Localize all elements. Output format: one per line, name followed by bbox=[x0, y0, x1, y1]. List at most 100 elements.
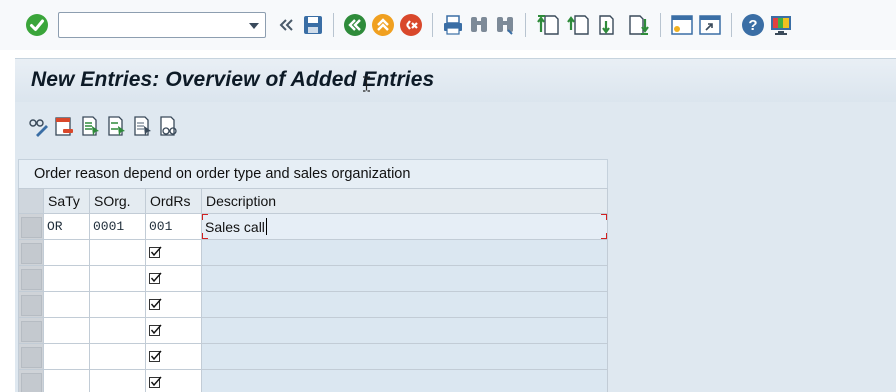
cell-description[interactable] bbox=[201, 317, 608, 344]
select-all-icon[interactable] bbox=[77, 113, 103, 139]
toolbar-separator bbox=[731, 13, 732, 37]
cell-ordrs-checkbox[interactable] bbox=[145, 291, 202, 318]
select-block-icon[interactable] bbox=[103, 113, 129, 139]
back-double-chevron-icon[interactable] bbox=[276, 12, 296, 38]
command-input[interactable] bbox=[59, 13, 239, 37]
cell-sorg[interactable] bbox=[89, 291, 146, 318]
cell-ordrs-checkbox[interactable] bbox=[145, 265, 202, 292]
column-header-description[interactable]: Description bbox=[201, 188, 608, 214]
text-caret bbox=[265, 218, 267, 235]
cell-saty[interactable] bbox=[43, 265, 90, 292]
new-session-icon[interactable] bbox=[668, 12, 696, 38]
first-page-icon[interactable] bbox=[533, 12, 563, 38]
checkbox-icon[interactable] bbox=[149, 298, 162, 311]
toolbar-separator bbox=[432, 13, 433, 37]
cell-description[interactable] bbox=[201, 265, 608, 292]
checkbox-icon[interactable] bbox=[149, 246, 162, 259]
cell-description[interactable] bbox=[201, 291, 608, 318]
cell-saty[interactable] bbox=[43, 369, 90, 392]
select-all-rows-button[interactable] bbox=[18, 188, 44, 214]
application-toolbar bbox=[15, 102, 896, 150]
row-selector[interactable] bbox=[18, 239, 44, 266]
chevron-down-icon[interactable] bbox=[249, 23, 259, 29]
row-selector-handle bbox=[20, 320, 42, 342]
print-icon[interactable] bbox=[440, 12, 466, 38]
customize-layout-icon[interactable] bbox=[767, 12, 795, 38]
cell-saty[interactable] bbox=[43, 343, 90, 370]
cell-saty[interactable] bbox=[43, 291, 90, 318]
table-body: OR 0001 001 Sales call bbox=[18, 213, 608, 392]
create-shortcut-icon[interactable] bbox=[696, 12, 724, 38]
back-icon[interactable] bbox=[341, 12, 369, 38]
change-display-icon[interactable] bbox=[25, 113, 51, 139]
next-page-icon[interactable] bbox=[593, 12, 623, 38]
cell-saty[interactable] bbox=[43, 239, 90, 266]
help-icon[interactable]: ? bbox=[739, 12, 767, 38]
cell-ordrs[interactable]: 001 bbox=[145, 213, 202, 240]
cell-ordrs-checkbox[interactable] bbox=[145, 369, 202, 392]
cell-description-active[interactable]: Sales call bbox=[201, 213, 608, 240]
previous-page-icon[interactable] bbox=[563, 12, 593, 38]
row-selector-handle bbox=[20, 346, 42, 368]
row-selector[interactable] bbox=[18, 317, 44, 344]
page-title: New Entries: Overview of Added Entries bbox=[31, 68, 435, 91]
find-next-icon[interactable] bbox=[492, 12, 518, 38]
column-header-saty[interactable]: SaTy bbox=[43, 188, 90, 214]
command-field[interactable] bbox=[58, 12, 266, 38]
exit-icon[interactable] bbox=[369, 12, 397, 38]
toolbar-separator bbox=[333, 13, 334, 37]
cell-description[interactable] bbox=[201, 343, 608, 370]
row-selector[interactable] bbox=[18, 265, 44, 292]
checkbox-icon[interactable] bbox=[149, 272, 162, 285]
column-header-ordrs[interactable]: OrdRs bbox=[145, 188, 202, 214]
row-selector[interactable] bbox=[18, 291, 44, 318]
last-page-icon[interactable] bbox=[623, 12, 653, 38]
cell-description[interactable] bbox=[201, 369, 608, 392]
table-row bbox=[18, 291, 608, 318]
cancel-icon[interactable] bbox=[397, 12, 425, 38]
cell-sorg[interactable] bbox=[89, 369, 146, 392]
row-selector[interactable] bbox=[18, 213, 44, 240]
table-header-row: SaTy SOrg. OrdRs Description bbox=[18, 188, 608, 214]
cell-description[interactable] bbox=[201, 239, 608, 266]
save-icon[interactable] bbox=[300, 12, 326, 38]
row-selector-handle bbox=[20, 216, 42, 238]
entries-table: SaTy SOrg. OrdRs Description OR 0001 001… bbox=[18, 188, 608, 392]
row-selector-handle bbox=[20, 268, 42, 290]
toolbar-separator bbox=[660, 13, 661, 37]
cell-sorg[interactable]: 0001 bbox=[89, 213, 146, 240]
deselect-all-icon[interactable] bbox=[129, 113, 155, 139]
focus-frame-corner bbox=[202, 214, 208, 220]
cell-ordrs-checkbox[interactable] bbox=[145, 317, 202, 344]
checkbox-icon[interactable] bbox=[149, 350, 162, 363]
focus-frame-corner bbox=[601, 214, 607, 220]
svg-text:?: ? bbox=[748, 17, 757, 34]
cell-saty[interactable] bbox=[43, 317, 90, 344]
enter-icon[interactable] bbox=[24, 12, 50, 38]
table-row bbox=[18, 369, 608, 392]
find-icon[interactable] bbox=[466, 12, 492, 38]
description-text: Sales call bbox=[205, 219, 265, 235]
cell-sorg[interactable] bbox=[89, 265, 146, 292]
toolbar-separator bbox=[525, 13, 526, 37]
table-row bbox=[18, 265, 608, 292]
content-area: Order reason depend on order type and sa… bbox=[15, 150, 896, 392]
row-selector[interactable] bbox=[18, 369, 44, 392]
cell-saty[interactable]: OR bbox=[43, 213, 90, 240]
column-header-sorg[interactable]: SOrg. bbox=[89, 188, 146, 214]
checkbox-icon[interactable] bbox=[149, 324, 162, 337]
table-row: OR 0001 001 Sales call bbox=[18, 213, 608, 240]
delete-icon[interactable] bbox=[51, 113, 77, 139]
row-selector-handle bbox=[20, 242, 42, 264]
cell-ordrs-checkbox[interactable] bbox=[145, 343, 202, 370]
row-selector-handle bbox=[20, 372, 42, 392]
cell-sorg[interactable] bbox=[89, 343, 146, 370]
where-used-icon[interactable] bbox=[155, 113, 181, 139]
cell-sorg[interactable] bbox=[89, 239, 146, 266]
cell-sorg[interactable] bbox=[89, 317, 146, 344]
cell-ordrs-checkbox[interactable] bbox=[145, 239, 202, 266]
table-row bbox=[18, 239, 608, 266]
checkbox-icon[interactable] bbox=[149, 376, 162, 389]
row-selector[interactable] bbox=[18, 343, 44, 370]
system-toolbar: ? bbox=[0, 0, 896, 50]
